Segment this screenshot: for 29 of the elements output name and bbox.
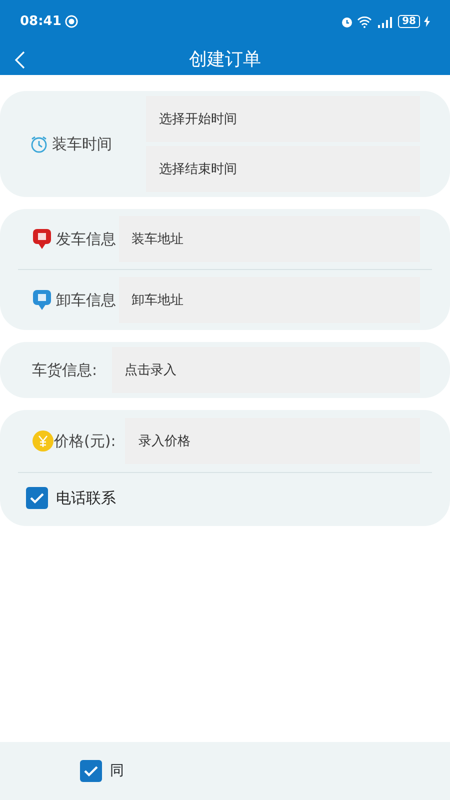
- wifi-icon: [357, 16, 372, 28]
- price-field[interactable]: 录入价格: [125, 418, 420, 464]
- cargo-field[interactable]: 点击录入: [112, 347, 420, 393]
- alarm-icon: [341, 16, 354, 28]
- notification-icon: [65, 15, 78, 28]
- end-time-field[interactable]: 选择结束时间: [146, 146, 420, 192]
- clock-icon: [30, 135, 48, 153]
- battery-icon: 98: [398, 15, 420, 28]
- charging-icon: [424, 16, 430, 27]
- address-field[interactable]: 装车地址: [118, 216, 420, 262]
- agreement-text: 同: [110, 762, 124, 780]
- page-title: 创建订单: [189, 48, 261, 72]
- start-time-field[interactable]: 选择开始时间: [146, 96, 420, 142]
- field-label: 发车信息: [56, 228, 116, 250]
- agreement-checkbox[interactable]: [80, 760, 102, 782]
- signal-icon: [376, 16, 394, 28]
- address-field[interactable]: 卸车地址: [118, 277, 420, 323]
- coin-icon: [32, 430, 54, 452]
- location-pin-icon: [32, 228, 52, 250]
- field-label: 装车时间: [52, 134, 112, 155]
- checkmark-icon: [29, 492, 45, 504]
- field-label: 价格(元):: [54, 430, 116, 452]
- checkmark-icon: [83, 765, 99, 777]
- status-time: 08:41: [20, 12, 62, 31]
- checkbox-label: 电话联系: [56, 488, 116, 509]
- location-pin-icon: [32, 289, 52, 311]
- field-label: 车货信息:: [32, 360, 98, 381]
- phone-contact-checkbox[interactable]: [26, 487, 48, 510]
- field-label: 卸车信息: [56, 290, 116, 311]
